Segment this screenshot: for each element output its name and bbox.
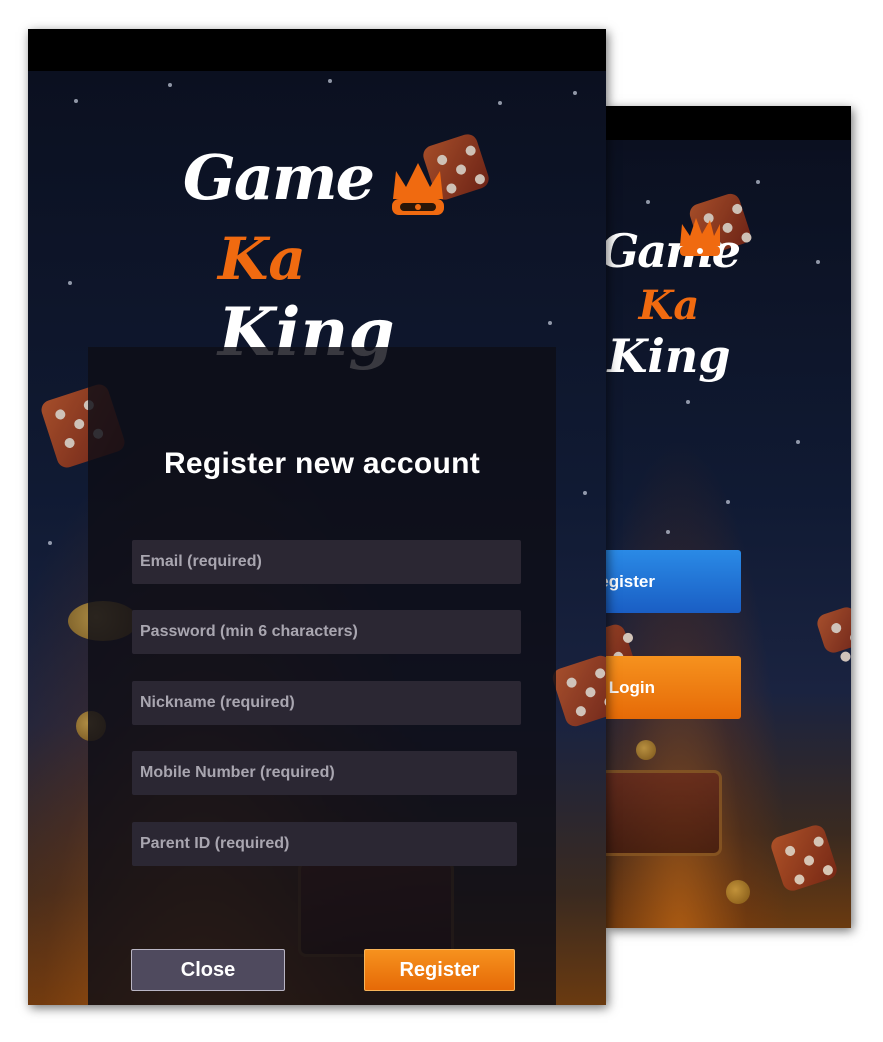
star-decoration bbox=[68, 281, 72, 285]
background-login-screen: Game Ka King Register Login bbox=[606, 106, 851, 928]
logo-game-text: Game bbox=[182, 141, 375, 214]
dialog-title: Register new account bbox=[163, 447, 481, 480]
star-decoration bbox=[646, 200, 650, 204]
star-decoration bbox=[74, 99, 78, 103]
star-decoration bbox=[686, 400, 690, 404]
star-decoration bbox=[583, 491, 587, 495]
mobile-number-field[interactable] bbox=[132, 751, 517, 795]
star-decoration bbox=[328, 79, 332, 83]
register-screen: Game Ka King Register new account Close … bbox=[28, 29, 606, 1005]
register-button[interactable]: Register bbox=[364, 949, 515, 991]
coin-icon bbox=[636, 740, 656, 760]
register-dialog: Register new account Close Register bbox=[88, 347, 556, 1005]
crown-icon bbox=[680, 218, 720, 256]
status-bar bbox=[606, 106, 851, 140]
logo-king-text: King bbox=[607, 329, 731, 383]
nickname-field[interactable] bbox=[132, 681, 521, 725]
login-button[interactable]: Login bbox=[606, 656, 741, 719]
close-button[interactable]: Close bbox=[131, 949, 285, 991]
star-decoration bbox=[168, 83, 172, 87]
star-decoration bbox=[548, 321, 552, 325]
logo-ka-text: Ka bbox=[638, 282, 700, 329]
parent-id-field[interactable] bbox=[132, 822, 517, 866]
register-button[interactable]: Register bbox=[606, 550, 741, 613]
star-decoration bbox=[816, 260, 820, 264]
coin-icon bbox=[726, 880, 750, 904]
star-decoration bbox=[498, 101, 502, 105]
crown-icon bbox=[392, 163, 444, 215]
password-field[interactable] bbox=[132, 610, 521, 654]
star-decoration bbox=[666, 530, 670, 534]
star-decoration bbox=[573, 91, 577, 95]
dice-icon bbox=[768, 822, 840, 894]
dice-icon bbox=[550, 653, 606, 729]
status-bar bbox=[28, 29, 606, 71]
email-field[interactable] bbox=[132, 540, 521, 584]
logo-ka-text: Ka bbox=[218, 225, 306, 293]
star-decoration bbox=[796, 440, 800, 444]
dice-icon bbox=[814, 604, 851, 656]
logo-second-line: Ka King bbox=[606, 282, 734, 383]
star-decoration bbox=[48, 541, 52, 545]
star-decoration bbox=[756, 180, 760, 184]
treasure-chest-icon bbox=[606, 770, 722, 856]
logo: Game bbox=[178, 141, 378, 214]
star-decoration bbox=[726, 500, 730, 504]
